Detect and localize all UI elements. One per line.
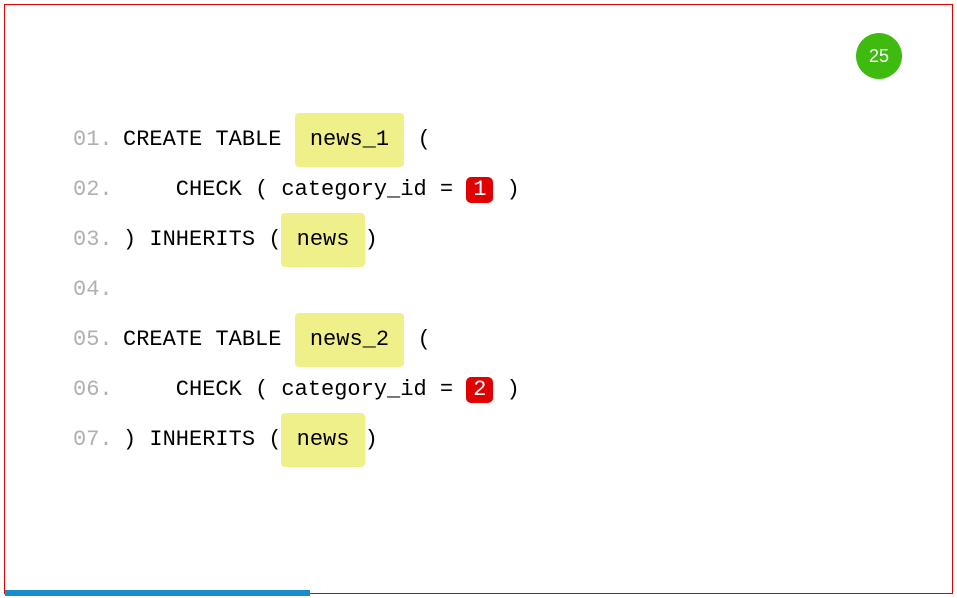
slide-frame: 25 01.CREATE TABLE news_1 (02. CHECK ( c… xyxy=(4,4,953,594)
code-content: ) INHERITS ( news ) xyxy=(123,413,378,467)
code-line: 05.CREATE TABLE news_2 ( xyxy=(73,315,884,365)
code-content: ) INHERITS ( news ) xyxy=(123,213,378,267)
code-text: ( xyxy=(404,115,430,165)
highlight-table-name: news_2 xyxy=(295,313,405,367)
highlight-table-name: news xyxy=(281,213,364,267)
code-text: CHECK ( category_id = xyxy=(123,365,466,415)
line-number: 05. xyxy=(73,315,123,365)
code-content: CREATE TABLE news_2 ( xyxy=(123,313,431,367)
code-text: CHECK ( category_id = xyxy=(123,165,466,215)
line-number: 01. xyxy=(73,115,123,165)
code-line: 06. CHECK ( category_id = 2 ) xyxy=(73,365,884,415)
code-text: ) xyxy=(493,365,519,415)
code-text: ) INHERITS ( xyxy=(123,215,281,265)
code-line: 03.) INHERITS ( news ) xyxy=(73,215,884,265)
code-line: 02. CHECK ( category_id = 1 ) xyxy=(73,165,884,215)
code-line: 07.) INHERITS ( news ) xyxy=(73,415,884,465)
line-number: 06. xyxy=(73,365,123,415)
code-text: ) INHERITS ( xyxy=(123,415,281,465)
highlight-value: 2 xyxy=(466,377,493,403)
highlight-table-name: news_1 xyxy=(295,113,405,167)
code-block: 01.CREATE TABLE news_1 (02. CHECK ( cate… xyxy=(73,115,884,465)
highlight-value: 1 xyxy=(466,177,493,203)
line-number: 03. xyxy=(73,215,123,265)
line-number: 02. xyxy=(73,165,123,215)
highlight-table-name: news xyxy=(281,413,364,467)
code-content: CREATE TABLE news_1 ( xyxy=(123,113,431,167)
code-text: ) xyxy=(365,415,378,465)
code-text: ) xyxy=(365,215,378,265)
progress-bar xyxy=(5,590,310,596)
code-line: 04. xyxy=(73,265,884,315)
code-text: CREATE TABLE xyxy=(123,315,295,365)
code-content: CHECK ( category_id = 1 ) xyxy=(123,165,520,215)
code-text: CREATE TABLE xyxy=(123,115,295,165)
code-content: CHECK ( category_id = 2 ) xyxy=(123,365,520,415)
code-text: ) xyxy=(493,165,519,215)
line-number: 07. xyxy=(73,415,123,465)
slide-number-badge: 25 xyxy=(856,33,902,79)
code-text: ( xyxy=(404,315,430,365)
code-line: 01.CREATE TABLE news_1 ( xyxy=(73,115,884,165)
line-number: 04. xyxy=(73,265,123,315)
